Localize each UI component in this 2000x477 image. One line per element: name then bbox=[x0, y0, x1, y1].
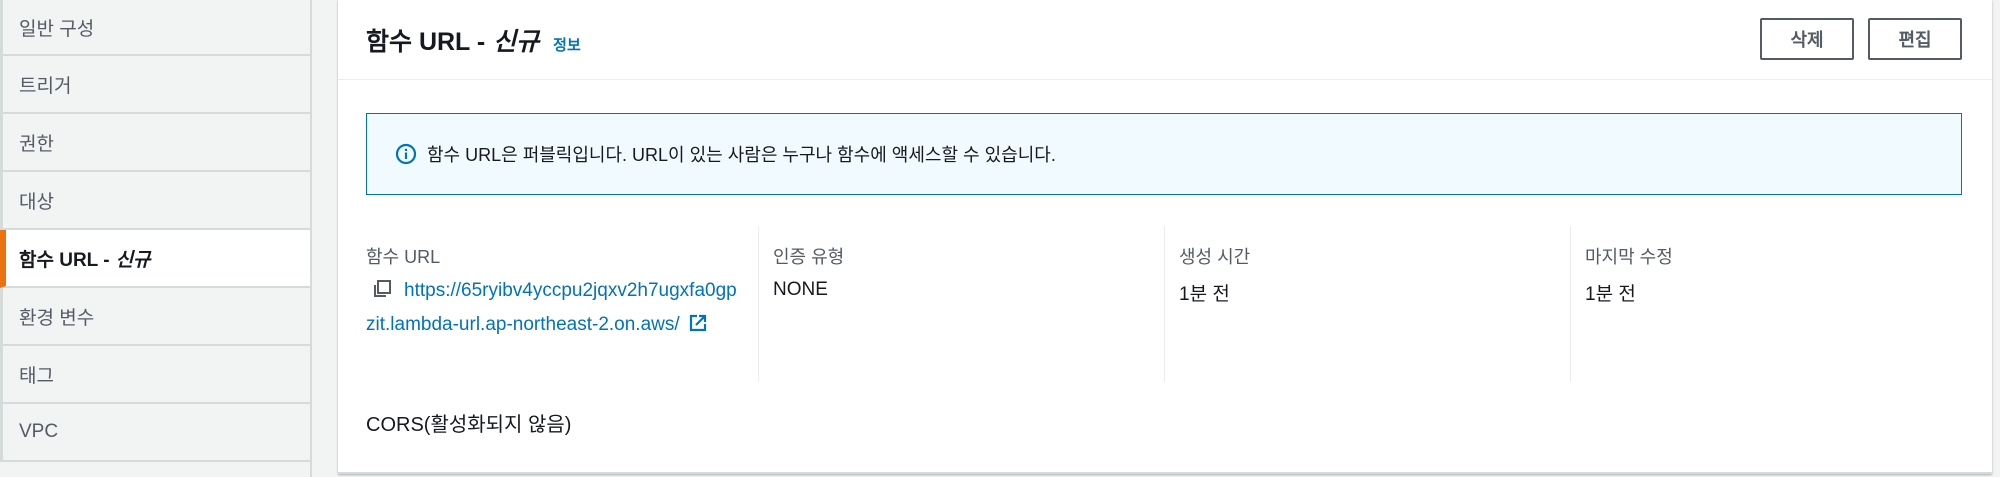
function-url-link[interactable]: https://65ryibv4yccpu2jqxv2h7ugxfa0gpzit… bbox=[366, 280, 737, 335]
sidebar-item-vpc[interactable]: VPC bbox=[0, 404, 310, 462]
sidebar-item-label: 함수 URL - bbox=[19, 249, 110, 271]
panel-header: 함수 URL - 신규 정보 삭제 편집 bbox=[338, 0, 1992, 80]
modified-label: 마지막 수정 bbox=[1585, 247, 1673, 267]
sidebar-item-label: VPC bbox=[19, 421, 59, 442]
sidebar-item-general-config[interactable]: 일반 구성 bbox=[0, 0, 310, 56]
public-url-alert: 함수 URL은 퍼블릭입니다. URL이 있는 사람은 누구나 함수에 액세스할… bbox=[366, 113, 1962, 195]
sidebar-item-permissions[interactable]: 권한 bbox=[0, 114, 310, 172]
copy-icon[interactable] bbox=[372, 278, 392, 309]
details-grid: 함수 URL https://65ryibv4yccpu2jqxv2h7ugxf… bbox=[366, 226, 1962, 382]
auth-type-label: 인증 유형 bbox=[773, 247, 845, 267]
function-url-label: 함수 URL bbox=[366, 247, 441, 267]
alert-text: 함수 URL은 퍼블릭입니다. URL이 있는 사람은 누구나 함수에 액세스할… bbox=[427, 145, 1056, 165]
function-url-panel: 함수 URL - 신규 정보 삭제 편집 함수 URL은 퍼블릭입니다. URL… bbox=[338, 0, 1992, 474]
sidebar-item-triggers[interactable]: 트리거 bbox=[0, 56, 310, 114]
function-url-value: https://65ryibv4yccpu2jqxv2h7ugxfa0gpzit… bbox=[366, 275, 744, 343]
created-column: 생성 시간 1분 전 bbox=[1164, 226, 1570, 382]
sidebar-item-destinations[interactable]: 대상 bbox=[0, 172, 310, 230]
created-label: 생성 시간 bbox=[1179, 247, 1251, 267]
info-icon bbox=[395, 143, 417, 165]
cors-status: CORS(활성화되지 않음) bbox=[366, 414, 572, 436]
created-value: 1분 전 bbox=[1179, 284, 1230, 305]
sidebar: 일반 구성 트리거 권한 대상 함수 URL - 신규 환경 변수 태그 VPC bbox=[0, 0, 312, 477]
edit-button[interactable]: 편집 bbox=[1868, 18, 1962, 60]
modified-value: 1분 전 bbox=[1585, 284, 1636, 305]
function-url-column: 함수 URL https://65ryibv4yccpu2jqxv2h7ugxf… bbox=[366, 226, 758, 382]
panel-title: 함수 URL - 신규 정보 bbox=[366, 22, 581, 58]
sidebar-item-function-url[interactable]: 함수 URL - 신규 bbox=[0, 230, 310, 288]
sidebar-item-label: 대상 bbox=[19, 191, 54, 213]
sidebar-item-label: 트리거 bbox=[19, 75, 72, 97]
info-link[interactable]: 정보 bbox=[553, 34, 581, 55]
external-link-icon[interactable] bbox=[688, 312, 708, 343]
sidebar-item-tags[interactable]: 태그 bbox=[0, 346, 310, 404]
sidebar-item-label: 권한 bbox=[19, 133, 54, 155]
sidebar-item-label: 환경 변수 bbox=[19, 307, 95, 329]
modified-column: 마지막 수정 1분 전 bbox=[1570, 226, 1962, 382]
auth-type-column: 인증 유형 NONE bbox=[758, 226, 1164, 382]
auth-type-value: NONE bbox=[773, 279, 828, 300]
panel-title-text: 함수 URL - bbox=[366, 28, 486, 56]
sidebar-item-label: 일반 구성 bbox=[19, 18, 95, 40]
sidebar-item-env-vars[interactable]: 환경 변수 bbox=[0, 288, 310, 346]
delete-button[interactable]: 삭제 bbox=[1760, 18, 1854, 60]
sidebar-item-label: 태그 bbox=[19, 365, 54, 387]
new-tag: 신규 bbox=[115, 249, 151, 271]
panel-title-tag: 신규 bbox=[493, 28, 540, 56]
